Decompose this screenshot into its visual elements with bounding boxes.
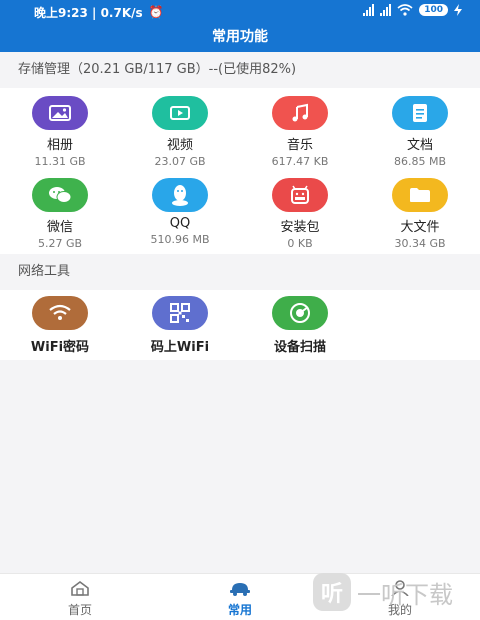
folder-icon	[392, 178, 448, 212]
storage-item-label: 安装包	[280, 220, 320, 235]
tool-label: 码上WiFi	[150, 340, 210, 355]
tab-label: 首页	[67, 603, 92, 617]
charging-icon	[454, 4, 462, 16]
watermark-logo-icon: 听	[313, 573, 351, 611]
storage-item-size: 11.31 GB	[34, 155, 86, 168]
battery-icon: 100	[419, 4, 448, 16]
storage-item-documents[interactable]: 文档 86.85 MB	[360, 96, 480, 168]
storage-item-apk[interactable]: 安装包 0 KB	[240, 178, 360, 250]
storage-item-music[interactable]: 音乐 617.47 KB	[240, 96, 360, 168]
qq-icon	[152, 178, 208, 212]
storage-item-label: 相册	[46, 138, 73, 153]
storage-item-photos[interactable]: 相册 11.31 GB	[0, 96, 120, 168]
storage-item-size: 86.85 MB	[393, 155, 447, 168]
wifi-status-icon	[397, 4, 413, 16]
storage-item-size: 617.47 KB	[271, 155, 329, 168]
status-bar: 晚上9:23 | 0.7K/s ⏰ 100	[0, 0, 480, 24]
tool-device-scan[interactable]: 设备扫描	[240, 296, 360, 355]
storage-item-label: 文档	[406, 138, 433, 153]
apk-icon	[272, 178, 328, 212]
tool-qr-wifi[interactable]: 码上WiFi	[120, 296, 240, 355]
storage-heading: 存储管理（20.21 GB/117 GB）--(已使用82%)	[0, 52, 480, 88]
storage-item-large-files[interactable]: 大文件 30.34 GB	[360, 178, 480, 250]
network-tools-heading: 网络工具	[0, 254, 480, 290]
storage-item-label: 微信	[46, 220, 73, 235]
signal-icon	[363, 4, 375, 16]
storage-item-label: 音乐	[286, 138, 313, 153]
alarm-icon: ⏰	[148, 5, 164, 19]
photo-icon	[32, 96, 88, 130]
storage-item-size: 510.96 MB	[150, 233, 210, 246]
network-tools-panel: WiFi密码 码上WiFi 设备扫描	[0, 290, 480, 360]
tab-label: 常用	[227, 603, 252, 617]
scan-icon	[272, 296, 328, 330]
qr-code-icon	[152, 296, 208, 330]
storage-item-size: 5.27 GB	[37, 237, 83, 250]
document-icon	[392, 96, 448, 130]
storage-item-label: 视频	[166, 138, 193, 153]
tool-label: WiFi密码	[30, 340, 90, 355]
tool-wifi-password[interactable]: WiFi密码	[0, 296, 120, 355]
storage-item-wechat[interactable]: 微信 5.27 GB	[0, 178, 120, 250]
tab-home[interactable]: 首页	[0, 574, 160, 620]
home-icon	[71, 581, 89, 596]
watermark: 听 一听下载	[313, 568, 478, 616]
storage-panel: 相册 11.31 GB 视频 23.07 GB 音乐 617.47 KB 文档 …	[0, 88, 480, 254]
storage-item-qq[interactable]: QQ 510.96 MB	[120, 178, 240, 246]
car-icon	[230, 583, 250, 596]
page-title: 常用功能	[0, 24, 480, 52]
storage-item-size: 30.34 GB	[394, 237, 446, 250]
storage-item-label: QQ	[169, 216, 191, 231]
signal-icon	[380, 4, 392, 16]
storage-item-label: 大文件	[400, 220, 440, 235]
tab-common[interactable]: 常用	[160, 574, 320, 620]
storage-item-size: 0 KB	[287, 237, 313, 250]
music-icon	[272, 96, 328, 130]
status-icons: 100	[363, 4, 462, 16]
wifi-icon	[32, 296, 88, 330]
tool-label: 设备扫描	[273, 340, 326, 355]
wechat-icon	[32, 178, 88, 212]
watermark-text: 一听下载	[357, 580, 453, 609]
status-time: 晚上9:23 | 0.7K/s	[34, 5, 143, 20]
storage-item-videos[interactable]: 视频 23.07 GB	[120, 96, 240, 168]
video-icon	[152, 96, 208, 130]
storage-item-size: 23.07 GB	[154, 155, 206, 168]
